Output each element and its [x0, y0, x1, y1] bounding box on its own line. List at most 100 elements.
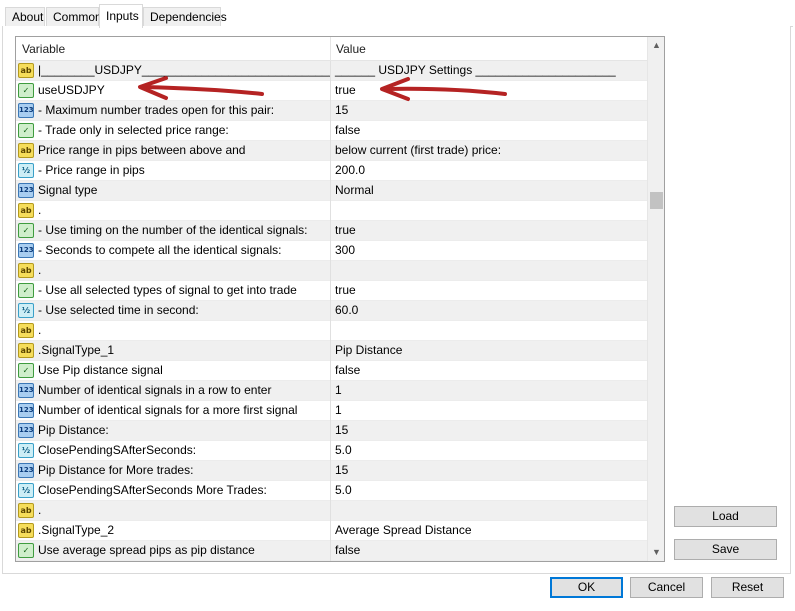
value-cell[interactable]: Normal [331, 181, 647, 201]
variable-label: |________USDJPY_________________________… [38, 63, 331, 77]
table-row[interactable]: ½ - Price range in pips 200.0 [16, 161, 647, 181]
string-icon: ab [18, 323, 34, 338]
table-row[interactable]: 123 Pip Distance: 15 [16, 421, 647, 441]
table-row[interactable]: ✓ Use Pip distance signal false [16, 361, 647, 381]
table-row[interactable]: ✓ - Use timing on the number of the iden… [16, 221, 647, 241]
variable-cell[interactable]: ab. [16, 321, 331, 341]
value-cell[interactable]: 5.0 [331, 481, 647, 501]
table-row[interactable]: ✓ Use average spread pips as pip distance… [16, 541, 647, 561]
value-cell[interactable]: true [331, 221, 647, 241]
value-cell[interactable]: 1 [331, 381, 647, 401]
value-cell[interactable]: ______ USDJPY Settings _________________… [331, 61, 647, 81]
value-cell[interactable] [331, 261, 647, 281]
variable-cell[interactable]: ✓ - Use timing on the number of the iden… [16, 221, 331, 241]
tab-common[interactable]: Common [46, 7, 102, 27]
table-row[interactable]: ab. [16, 321, 647, 341]
variable-cell[interactable]: ab |________USDJPY_______________________… [16, 61, 331, 81]
variable-cell[interactable]: ✓ Use Pip distance signal [16, 361, 331, 381]
value-cell[interactable] [331, 201, 647, 221]
vertical-scrollbar[interactable]: ▲ ▼ [647, 37, 664, 561]
table-row[interactable]: ab .SignalType_2 Average Spread Distance [16, 521, 647, 541]
table-row[interactable]: ab. [16, 261, 647, 281]
integer-icon: 123 [18, 183, 34, 198]
variable-cell[interactable]: ½ - Use selected time in second: [16, 301, 331, 321]
value-cell[interactable]: Pip Distance [331, 341, 647, 361]
scroll-up-arrow-icon[interactable]: ▲ [648, 37, 664, 54]
tab-about[interactable]: About [5, 7, 45, 27]
value-cell[interactable]: 60.0 [331, 301, 647, 321]
value-cell[interactable]: false [331, 361, 647, 381]
variable-cell[interactable]: ab .SignalType_2 [16, 521, 331, 541]
value-cell[interactable]: 300 [331, 241, 647, 261]
table-row[interactable]: ½ ClosePendingSAfterSeconds: 5.0 [16, 441, 647, 461]
table-row[interactable]: ab Price range in pips between above and b… [16, 141, 647, 161]
table-row[interactable]: 123 Number of identical signals in a row … [16, 381, 647, 401]
variable-cell[interactable]: 123 Number of identical signals in a row … [16, 381, 331, 401]
table-row[interactable]: 123 - Maximum number trades open for thi… [16, 101, 647, 121]
value-cell[interactable]: 200.0 [331, 161, 647, 181]
variable-cell[interactable]: ✓ - Use all selected types of signal to … [16, 281, 331, 301]
variable-cell[interactable]: 123 Number of identical signals for a mor… [16, 401, 331, 421]
variable-cell[interactable]: ½ ClosePendingSAfterSeconds: [16, 441, 331, 461]
column-header-value[interactable]: Value [331, 37, 647, 61]
scroll-thumb[interactable] [650, 192, 663, 209]
variable-cell[interactable]: ab. [16, 501, 331, 521]
boolean-icon: ✓ [18, 123, 34, 138]
table-row[interactable]: ab. [16, 501, 647, 521]
value-cell[interactable] [331, 501, 647, 521]
variable-label: - Seconds to compete all the identical s… [38, 243, 282, 257]
string-icon: ab [18, 503, 34, 518]
table-row[interactable]: ✓ - Trade only in selected price range: f… [16, 121, 647, 141]
value-cell[interactable]: 1 [331, 401, 647, 421]
table-row[interactable]: ½ - Use selected time in second: 60.0 [16, 301, 647, 321]
variable-cell[interactable]: ab .SignalType_1 [16, 341, 331, 361]
variable-cell[interactable]: ab Price range in pips between above and [16, 141, 331, 161]
variable-cell[interactable]: ✓ - Trade only in selected price range: [16, 121, 331, 141]
variable-cell[interactable]: 123 Pip Distance for More trades: [16, 461, 331, 481]
table-row[interactable]: ab. [16, 201, 647, 221]
value-cell[interactable]: 15 [331, 421, 647, 441]
value-cell[interactable]: 15 [331, 101, 647, 121]
table-row[interactable]: 123 Signal type Normal [16, 181, 647, 201]
variable-label: . [38, 323, 42, 337]
reset-button[interactable]: Reset [711, 577, 784, 598]
column-header-variable[interactable]: Variable [16, 37, 331, 61]
variable-cell[interactable]: ab. [16, 201, 331, 221]
variable-cell[interactable]: 123 Signal type [16, 181, 331, 201]
variable-cell[interactable]: 123 - Seconds to compete all the identic… [16, 241, 331, 261]
table-row[interactable]: ✓ useUSDJPY true [16, 81, 647, 101]
variable-cell[interactable]: ½ ClosePendingSAfterSeconds More Trades: [16, 481, 331, 501]
grid-header: Variable Value [16, 37, 647, 61]
variable-cell[interactable]: 123 - Maximum number trades open for thi… [16, 101, 331, 121]
table-row[interactable]: ✓ - Use all selected types of signal to … [16, 281, 647, 301]
value-cell[interactable]: false [331, 541, 647, 561]
tab-dependencies[interactable]: Dependencies [143, 7, 227, 27]
value-cell[interactable] [331, 321, 647, 341]
table-row[interactable]: ½ ClosePendingSAfterSeconds More Trades: 5… [16, 481, 647, 501]
save-button[interactable]: Save [674, 539, 777, 560]
load-button[interactable]: Load [674, 506, 777, 527]
variable-cell[interactable]: ✓ useUSDJPY [16, 81, 331, 101]
value-cell[interactable]: true [331, 81, 647, 101]
tab-inputs[interactable]: Inputs [99, 4, 143, 28]
variable-cell[interactable]: ½ - Price range in pips [16, 161, 331, 181]
variable-cell[interactable]: ab. [16, 261, 331, 281]
cancel-button[interactable]: Cancel [630, 577, 703, 598]
value-cell[interactable]: 5.0 [331, 441, 647, 461]
table-row[interactable]: 123 Number of identical signals for a mor… [16, 401, 647, 421]
ok-button[interactable]: OK [550, 577, 623, 598]
variable-cell[interactable]: ✓ Use average spread pips as pip distance [16, 541, 331, 561]
table-row[interactable]: 123 - Seconds to compete all the identic… [16, 241, 647, 261]
table-row[interactable]: ab |________USDJPY_______________________… [16, 61, 647, 81]
value-cell[interactable]: Average Spread Distance [331, 521, 647, 541]
value-cell[interactable]: true [331, 281, 647, 301]
value-cell[interactable]: 15 [331, 461, 647, 481]
table-row[interactable]: 123 Pip Distance for More trades: 15 [16, 461, 647, 481]
value-cell[interactable]: false [331, 121, 647, 141]
variable-cell[interactable]: 123 Pip Distance: [16, 421, 331, 441]
table-row[interactable]: ab .SignalType_1 Pip Distance [16, 341, 647, 361]
value-cell[interactable]: below current (first trade) price: [331, 141, 647, 161]
variable-label: .SignalType_2 [38, 523, 115, 537]
integer-icon: 123 [18, 463, 34, 478]
scroll-down-arrow-icon[interactable]: ▼ [648, 544, 664, 561]
